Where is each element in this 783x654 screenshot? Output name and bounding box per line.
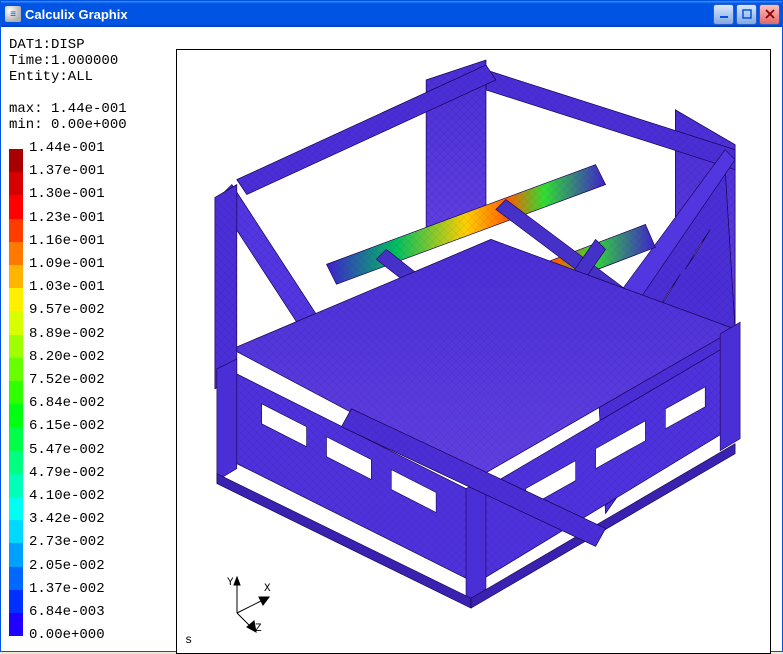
minimize-button[interactable] — [713, 4, 734, 25]
legend-tick-label: 1.23e-001 — [29, 207, 105, 230]
legend-color-segment — [9, 497, 23, 520]
legend-tick-label: 2.73e-002 — [29, 531, 105, 554]
maximize-button[interactable] — [736, 4, 757, 25]
legend-tick-label: 4.79e-002 — [29, 462, 105, 485]
titlebar[interactable]: ≡ Calculix Graphix — [1, 1, 782, 27]
viewport-corner-label: s — [185, 633, 192, 647]
app-window: ≡ Calculix Graphix DAT1:DISP Time:1.0000… — [0, 0, 783, 652]
axis-y-label: Y — [227, 577, 234, 589]
legend-color-segment — [9, 195, 23, 218]
legend-tick-label: 7.52e-002 — [29, 369, 105, 392]
legend-tick-label: 8.89e-002 — [29, 323, 105, 346]
dataset-label: DAT1:DISP — [9, 37, 85, 53]
legend-tick-label: 1.30e-001 — [29, 183, 105, 206]
legend-tick-label: 1.37e-002 — [29, 578, 105, 601]
legend-tick-label: 5.47e-002 — [29, 439, 105, 462]
legend-color-segment — [9, 265, 23, 288]
3d-viewport[interactable]: Y X Z s — [176, 49, 771, 654]
legend-color-segment — [9, 219, 23, 242]
legend-tick-label: 3.42e-002 — [29, 508, 105, 531]
legend-color-segment — [9, 288, 23, 311]
legend-color-segment — [9, 311, 23, 334]
legend-tick-label: 6.84e-002 — [29, 392, 105, 415]
legend-color-segment — [9, 149, 23, 172]
result-info: DAT1:DISP Time:1.000000 Entity:ALL max: … — [9, 37, 127, 133]
legend-color-segment — [9, 590, 23, 613]
legend-color-segment — [9, 335, 23, 358]
fea-structure — [215, 60, 740, 608]
legend-color-segment — [9, 427, 23, 450]
legend-color-segment — [9, 474, 23, 497]
app-icon: ≡ — [5, 6, 21, 22]
window-controls — [711, 4, 780, 25]
legend-tick-label: 6.15e-002 — [29, 415, 105, 438]
legend-color-segment — [9, 381, 23, 404]
axis-indicator: Y X Z — [217, 573, 277, 633]
max-label: max: 1.44e-001 — [9, 101, 127, 117]
fea-model-canvas[interactable] — [177, 50, 770, 653]
legend-tick-label: 1.44e-001 — [29, 137, 105, 160]
entity-label: Entity:ALL — [9, 69, 93, 85]
legend-tick-label: 1.16e-001 — [29, 230, 105, 253]
legend-color-segment — [9, 567, 23, 590]
legend-color-segment — [9, 358, 23, 381]
legend-tick-label: 2.05e-002 — [29, 555, 105, 578]
legend-color-segment — [9, 172, 23, 195]
axis-x-label: X — [264, 583, 271, 595]
legend-tick-label: 8.20e-002 — [29, 346, 105, 369]
time-label: Time:1.000000 — [9, 53, 118, 69]
legend-color-segment — [9, 451, 23, 474]
window-title: Calculix Graphix — [25, 7, 711, 22]
axis-z-label: Z — [255, 623, 262, 633]
legend-color-segment — [9, 242, 23, 265]
legend-color-segment — [9, 404, 23, 427]
legend-tick-label: 6.84e-003 — [29, 601, 105, 624]
legend-color-segment — [9, 520, 23, 543]
legend-tick-label: 1.09e-001 — [29, 253, 105, 276]
legend-tick-label: 9.57e-002 — [29, 299, 105, 322]
client-area: DAT1:DISP Time:1.000000 Entity:ALL max: … — [1, 27, 782, 651]
legend-colorbar — [9, 149, 23, 636]
legend-color-segment — [9, 613, 23, 636]
legend-labels: 1.44e-0011.37e-0011.30e-0011.23e-0011.16… — [23, 137, 105, 647]
min-label: min: 0.00e+000 — [9, 117, 127, 133]
color-legend: 1.44e-0011.37e-0011.30e-0011.23e-0011.16… — [9, 149, 105, 647]
legend-tick-label: 1.37e-001 — [29, 160, 105, 183]
legend-tick-label: 1.03e-001 — [29, 276, 105, 299]
legend-tick-label: 0.00e+000 — [29, 624, 105, 647]
close-button[interactable] — [759, 4, 780, 25]
legend-tick-label: 4.10e-002 — [29, 485, 105, 508]
legend-color-segment — [9, 543, 23, 566]
